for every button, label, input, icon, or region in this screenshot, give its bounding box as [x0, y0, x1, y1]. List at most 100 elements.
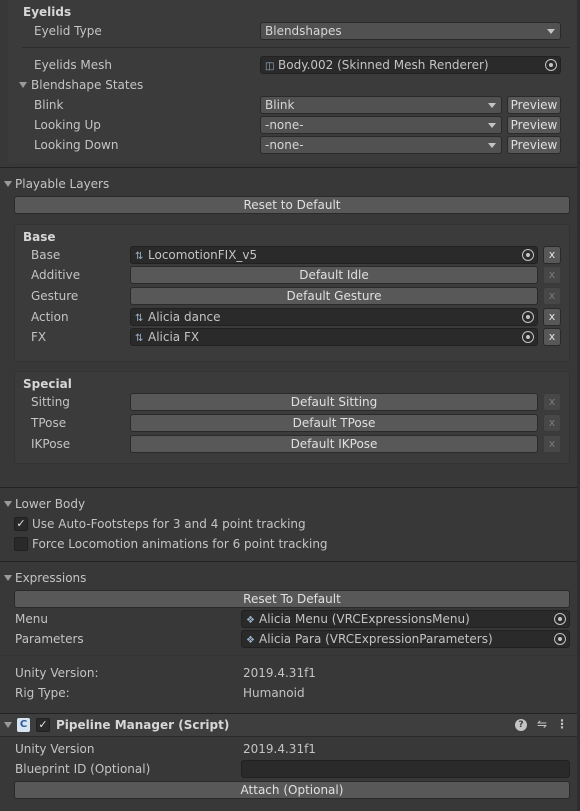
looking-down-label: Looking Down	[34, 138, 119, 152]
looking-up-label: Looking Up	[34, 118, 101, 132]
blink-preview-button[interactable]: Preview	[507, 96, 561, 114]
base-layer-field[interactable]: ⇅ LocomotionFIX_v5	[130, 246, 538, 264]
object-picker-icon[interactable]	[522, 311, 534, 323]
additive-layer-button[interactable]: Default Idle	[130, 266, 538, 284]
foldout-arrow-icon[interactable]	[4, 181, 12, 187]
chevron-down-icon	[547, 29, 555, 34]
help-icon[interactable]: ?	[515, 719, 527, 731]
animator-controller-icon: ⇅	[135, 313, 144, 324]
menu-field[interactable]: ❖ Alicia Menu (VRCExpressionsMenu)	[241, 610, 570, 628]
fx-layer-value: Alicia FX	[148, 330, 200, 344]
blueprint-id-input[interactable]	[241, 760, 570, 778]
fx-layer-field[interactable]: ⇅ Alicia FX	[130, 328, 538, 346]
gesture-layer-label: Gesture	[31, 289, 79, 303]
looking-down-preview-button[interactable]: Preview	[507, 136, 561, 154]
parameters-value: Alicia Para (VRCExpressionParameters)	[259, 632, 493, 646]
object-picker-icon[interactable]	[545, 59, 557, 71]
eyelids-mesh-value: Body.002 (Skinned Mesh Renderer)	[278, 58, 489, 72]
divider	[22, 47, 570, 48]
base-layer-value: LocomotionFIX_v5	[148, 248, 258, 262]
looking-up-value: -none-	[265, 118, 304, 132]
rig-type-value: Humanoid	[243, 686, 305, 700]
clear-tpose-button: x	[543, 414, 561, 432]
force-locomotion-label: Force Locomotion animations for 6 point …	[32, 537, 328, 551]
foldout-arrow-icon[interactable]	[19, 82, 27, 88]
blink-value: Blink	[265, 98, 295, 112]
unity-version-value: 2019.4.31f1	[243, 666, 316, 680]
eyelid-type-value: Blendshapes	[265, 24, 342, 38]
playable-layers-header: Playable Layers	[15, 177, 110, 191]
looking-up-preview-button[interactable]: Preview	[507, 116, 561, 134]
sitting-label: Sitting	[31, 395, 70, 409]
action-layer-label: Action	[31, 310, 69, 324]
mesh-icon: ◫	[265, 61, 275, 72]
eyelids-mesh-field[interactable]: ◫ Body.002 (Skinned Mesh Renderer)	[260, 56, 561, 74]
gesture-layer-button[interactable]: Default Gesture	[130, 287, 538, 305]
additive-layer-label: Additive	[31, 268, 81, 282]
lower-body-header: Lower Body	[15, 497, 86, 511]
blendshape-states-label: Blendshape States	[31, 78, 144, 92]
auto-footsteps-checkbox[interactable]: ✓	[14, 517, 28, 531]
tpose-button[interactable]: Default TPose	[130, 414, 538, 432]
clear-sitting-button: x	[543, 393, 561, 411]
clear-additive-button: x	[543, 266, 561, 284]
menu-value: Alicia Menu (VRCExpressionsMenu)	[259, 612, 470, 626]
object-picker-icon[interactable]	[554, 633, 566, 645]
kebab-menu-icon[interactable]: ⋮	[556, 716, 568, 732]
pipeline-unity-version-label: Unity Version	[15, 742, 95, 756]
section-divider	[0, 561, 580, 562]
clear-fx-button[interactable]: x	[543, 328, 561, 346]
pipeline-unity-version-value: 2019.4.31f1	[243, 742, 316, 756]
force-locomotion-checkbox[interactable]	[14, 537, 28, 551]
clear-action-button[interactable]: x	[543, 308, 561, 326]
animator-controller-icon: ⇅	[135, 333, 144, 344]
parameters-label: Parameters	[15, 632, 84, 646]
looking-up-dropdown[interactable]: -none-	[260, 116, 502, 134]
divider	[0, 655, 580, 656]
chevron-down-icon	[488, 103, 496, 108]
foldout-arrow-icon[interactable]	[4, 501, 12, 507]
looking-down-value: -none-	[265, 138, 304, 152]
ikpose-button[interactable]: Default IKPose	[130, 435, 538, 453]
eyelids-mesh-label: Eyelids Mesh	[34, 58, 113, 72]
fx-layer-label: FX	[31, 330, 47, 344]
looking-down-dropdown[interactable]: -none-	[260, 136, 502, 154]
foldout-arrow-icon[interactable]	[4, 575, 12, 581]
chevron-down-icon	[488, 123, 496, 128]
section-divider	[0, 487, 580, 488]
base-layer-label: Base	[31, 248, 61, 262]
clear-base-button[interactable]: x	[543, 246, 561, 264]
action-layer-field[interactable]: ⇅ Alicia dance	[130, 308, 538, 326]
blink-dropdown[interactable]: Blink	[260, 96, 502, 114]
reset-to-default-button[interactable]: Reset to Default	[14, 196, 570, 214]
parameters-field[interactable]: ❖ Alicia Para (VRCExpressionParameters)	[241, 630, 570, 648]
pipeline-manager-title: Pipeline Manager (Script)	[56, 718, 230, 732]
special-header: Special	[23, 377, 72, 391]
presets-icon[interactable]: ⇋	[535, 716, 549, 732]
object-picker-icon[interactable]	[554, 613, 566, 625]
expressions-reset-button[interactable]: Reset To Default	[14, 590, 570, 608]
tpose-label: TPose	[31, 416, 67, 430]
action-layer-value: Alicia dance	[148, 310, 221, 324]
animator-controller-icon: ⇅	[135, 251, 144, 262]
component-enabled-checkbox[interactable]: ✓	[36, 718, 50, 732]
clear-gesture-button: x	[543, 287, 561, 305]
blueprint-id-label: Blueprint ID (Optional)	[15, 762, 151, 776]
rig-type-label: Rig Type:	[15, 686, 70, 700]
object-picker-icon[interactable]	[522, 249, 534, 261]
section-divider	[0, 167, 580, 168]
menu-label: Menu	[15, 612, 48, 626]
scriptable-object-icon: ❖	[246, 635, 255, 646]
chevron-down-icon	[488, 143, 496, 148]
ikpose-label: IKPose	[31, 437, 71, 451]
scriptable-object-icon: ❖	[246, 615, 255, 626]
clear-ikpose-button: x	[543, 435, 561, 453]
object-picker-icon[interactable]	[522, 331, 534, 343]
script-icon: C	[17, 718, 30, 732]
eyelids-header: Eyelids	[23, 5, 72, 19]
attach-button[interactable]: Attach (Optional)	[14, 781, 570, 799]
sitting-button[interactable]: Default Sitting	[130, 393, 538, 411]
foldout-arrow-icon[interactable]	[4, 722, 12, 728]
auto-footsteps-label: Use Auto-Footsteps for 3 and 4 point tra…	[32, 517, 306, 531]
eyelid-type-dropdown[interactable]: Blendshapes	[260, 22, 561, 40]
